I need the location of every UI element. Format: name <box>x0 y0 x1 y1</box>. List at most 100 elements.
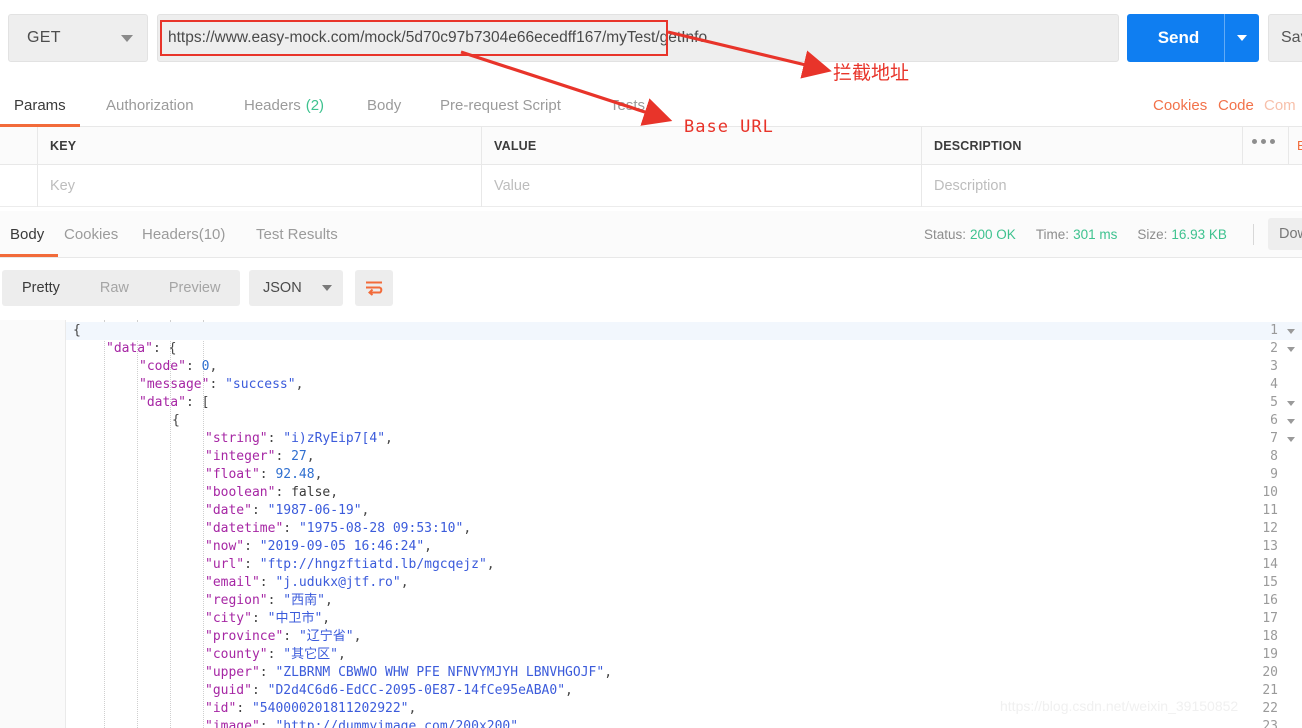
fold-caret-icon[interactable] <box>1287 401 1295 406</box>
tab-headers[interactable]: Headers (2) <box>230 84 338 127</box>
tab-params[interactable]: Params <box>0 84 80 127</box>
params-options-icon[interactable] <box>1252 139 1275 144</box>
code-line: "province": "辽宁省", <box>66 628 1302 646</box>
code-token: "success" <box>225 377 296 392</box>
code-token: "province" <box>205 629 284 644</box>
code-token: : <box>267 431 284 446</box>
code-line: "data": { <box>66 340 1302 358</box>
line-number: 22 <box>1262 701 1278 716</box>
word-wrap-button[interactable] <box>355 270 393 306</box>
send-options-button[interactable] <box>1225 35 1259 41</box>
bulk-edit-link[interactable]: B <box>1297 138 1302 154</box>
code-token: : <box>209 377 226 392</box>
url-input-value: https://www.easy-mock.com/mock/5d70c97b7… <box>168 29 708 46</box>
code-token: "ZLBRNM CBWWO WHW PFE NFNVYMJYH LBNVHGOJ… <box>275 665 605 680</box>
code-token: { <box>73 323 81 338</box>
fold-caret-icon[interactable] <box>1287 347 1295 352</box>
response-format-select[interactable]: JSON <box>249 270 343 306</box>
line-number: 2 <box>1270 341 1278 356</box>
comments-link[interactable]: Com <box>1264 84 1296 127</box>
view-mode-raw[interactable]: Raw <box>80 270 149 306</box>
code-line: "email": "j.udukx@jtf.ro", <box>66 574 1302 592</box>
row-checkbox[interactable] <box>0 165 38 207</box>
code-token: : <box>259 467 276 482</box>
code-token: "ftp://hngzftiatd.lb/mgcqejz" <box>259 557 487 572</box>
code-token: , <box>408 701 417 716</box>
http-method-value: GET <box>27 29 61 46</box>
params-table: KEY VALUE DESCRIPTION B Key Value Descri… <box>0 127 1302 211</box>
save-button[interactable]: Save <box>1268 14 1302 62</box>
fold-caret-icon[interactable] <box>1287 419 1295 424</box>
line-number: 17 <box>1262 611 1278 626</box>
code-token: "西南" <box>283 593 325 608</box>
time-label: Time: <box>1035 226 1070 242</box>
code-token: "id" <box>205 701 237 716</box>
column-header-key: KEY <box>50 139 77 153</box>
code-token: "email" <box>205 575 260 590</box>
line-number: 4 <box>1270 377 1278 392</box>
code-link-label: Code <box>1218 97 1254 114</box>
cookies-link-label: Cookies <box>1153 97 1208 114</box>
code-token: "1975-08-28 09:53:10" <box>298 521 464 536</box>
tab-label: Headers <box>244 97 301 114</box>
key-input[interactable]: Key <box>38 165 482 207</box>
chevron-down-icon <box>121 34 133 42</box>
request-url-bar: GET https://www.easy-mock.com/mock/5d70c… <box>0 0 1302 76</box>
line-number-gutter <box>0 320 66 728</box>
tab-label: Tests <box>610 97 646 114</box>
response-tab-headers[interactable]: Headers (10) <box>128 211 239 257</box>
send-button[interactable]: Send <box>1127 14 1259 62</box>
response-tab-bar: Body Cookies Headers (10) Test Results S… <box>0 211 1302 258</box>
code-lines: {"data": {"code": 0, "message": "success"… <box>66 320 1302 728</box>
response-body-viewer[interactable]: {"data": {"code": 0, "message": "success"… <box>0 320 1302 728</box>
code-token: "code" <box>139 359 186 374</box>
code-token: "data" <box>106 341 153 356</box>
code-line: { <box>66 412 1302 430</box>
view-mode-preview[interactable]: Preview <box>149 270 241 306</box>
code-line: "region": "西南", <box>66 592 1302 610</box>
column-header-description: DESCRIPTION <box>934 139 1022 153</box>
value-input[interactable]: Value <box>482 165 922 207</box>
code-token: "j.udukx@jtf.ro" <box>275 575 401 590</box>
line-number: 23 <box>1262 719 1278 728</box>
postman-window: GET https://www.easy-mock.com/mock/5d70c… <box>0 0 1302 728</box>
response-tab-test-results[interactable]: Test Results <box>242 211 352 257</box>
fold-caret-icon[interactable] <box>1287 437 1295 442</box>
status-badge: Status: 200 OK <box>924 227 1016 242</box>
download-button[interactable]: Download <box>1268 218 1302 250</box>
view-mode-pretty[interactable]: Pretty <box>2 270 80 306</box>
code-token: { <box>172 413 180 428</box>
code-link[interactable]: Code <box>1218 84 1254 127</box>
code-token: , <box>330 485 339 500</box>
tab-tests[interactable]: Tests <box>596 84 659 127</box>
cookies-link[interactable]: Cookies <box>1153 84 1207 127</box>
tab-label: Body <box>367 97 402 114</box>
code-token: : <box>251 611 268 626</box>
word-wrap-icon <box>366 281 383 296</box>
code-token: "integer" <box>205 449 276 464</box>
fold-caret-icon[interactable] <box>1287 329 1295 334</box>
code-token: "date" <box>205 503 252 518</box>
tab-label: Params <box>14 97 66 114</box>
code-token: , <box>337 647 346 662</box>
tab-body[interactable]: Body <box>353 84 415 127</box>
response-tab-cookies[interactable]: Cookies <box>50 211 132 257</box>
line-number: 19 <box>1262 647 1278 662</box>
status-label: Status: <box>924 226 967 242</box>
code-token: "county" <box>205 647 268 662</box>
time-value: 301 ms <box>1073 226 1118 242</box>
chevron-down-icon <box>322 285 332 291</box>
url-input[interactable]: https://www.easy-mock.com/mock/5d70c97b7… <box>157 14 1119 62</box>
code-line: "date": "1987-06-19", <box>66 502 1302 520</box>
code-token: , <box>322 611 331 626</box>
code-line: "integer": 27, <box>66 448 1302 466</box>
code-token: , <box>314 467 323 482</box>
http-method-select[interactable]: GET <box>8 14 148 62</box>
code-token: : <box>275 485 292 500</box>
tab-authorization[interactable]: Authorization <box>92 84 208 127</box>
tab-label: Test Results <box>256 225 338 243</box>
column-divider <box>481 127 482 165</box>
description-input[interactable]: Description <box>922 165 1242 207</box>
tab-pre-request-script[interactable]: Pre-request Script <box>426 84 575 127</box>
column-divider <box>481 165 482 207</box>
